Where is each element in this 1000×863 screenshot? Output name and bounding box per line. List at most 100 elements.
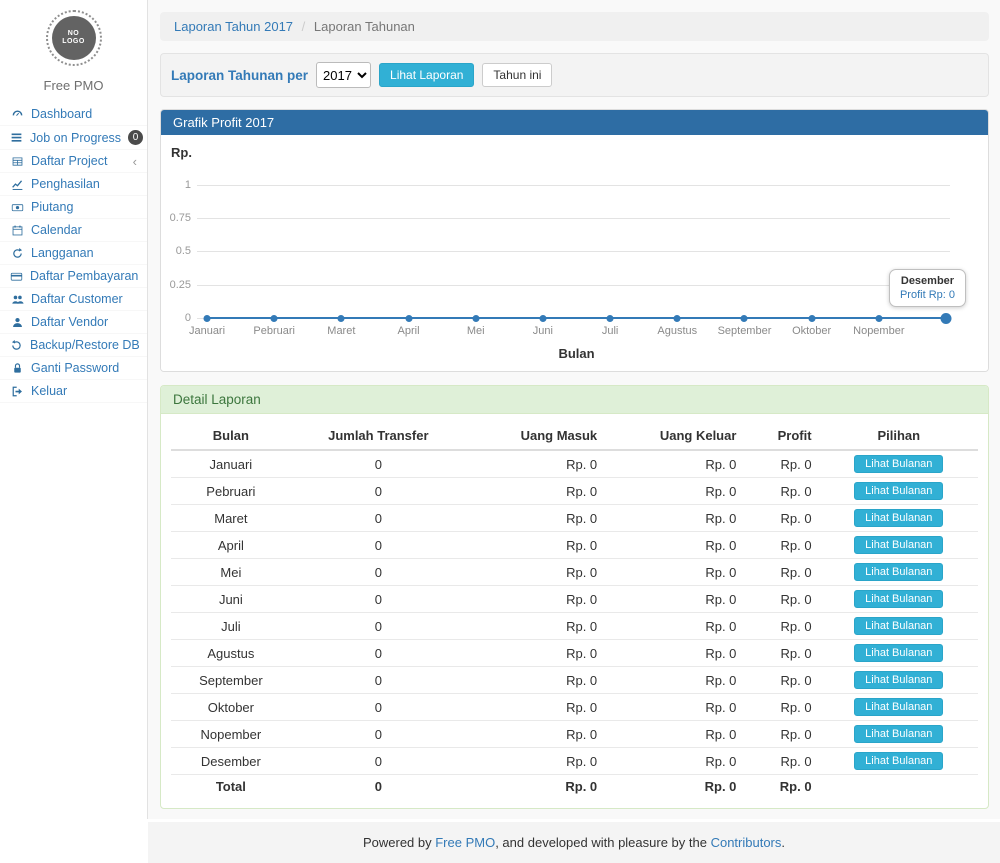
cell-jumlah-transfer: 0 — [291, 667, 466, 694]
cell-uang-masuk: Rp. 0 — [466, 450, 605, 478]
lihat-bulanan-button[interactable]: Lihat Bulanan — [854, 590, 943, 608]
footer-link-contributors[interactable]: Contributors — [711, 835, 782, 850]
chart-point[interactable] — [405, 315, 412, 322]
x-tick-label: Juli — [602, 325, 619, 337]
year-select[interactable]: 2017 — [316, 62, 371, 88]
chart-point[interactable] — [472, 315, 479, 322]
chart-panel-title: Grafik Profit 2017 — [161, 110, 988, 135]
tahun-ini-button[interactable]: Tahun ini — [482, 63, 552, 87]
cell-uang-keluar: Rp. 0 — [605, 721, 744, 748]
profit-line-chart: Rp. 1 0.75 0.5 0.25 0 — [161, 135, 988, 371]
cell-profit: Rp. 0 — [744, 613, 819, 640]
report-filter-bar: Laporan Tahunan per 2017 Lihat Laporan T… — [160, 53, 989, 97]
chart-point[interactable] — [875, 315, 882, 322]
cell-bulan: Maret — [171, 505, 291, 532]
lihat-bulanan-button[interactable]: Lihat Bulanan — [854, 563, 943, 581]
chart-point-active[interactable] — [941, 313, 952, 324]
cell-profit: Rp. 0 — [744, 505, 819, 532]
refresh-icon — [10, 339, 23, 352]
cell-jumlah-transfer: 0 — [291, 478, 466, 505]
chart-point[interactable] — [338, 315, 345, 322]
x-tick-label: Oktober — [792, 325, 831, 337]
repeat-icon — [10, 247, 24, 260]
y-axis-title: Rp. — [171, 145, 192, 160]
table-header-row: Bulan Jumlah Transfer Uang Masuk Uang Ke… — [171, 422, 978, 450]
chart-point[interactable] — [741, 315, 748, 322]
sidebar-item-daftar-project[interactable]: Daftar Project ‹ — [0, 150, 147, 173]
x-tick-label: Pebruari — [253, 325, 295, 337]
chart-point[interactable] — [539, 315, 546, 322]
lihat-bulanan-button[interactable]: Lihat Bulanan — [854, 725, 943, 743]
lihat-bulanan-button[interactable]: Lihat Bulanan — [854, 671, 943, 689]
tooltip-value: Profit Rp: 0 — [900, 289, 955, 301]
sidebar-item-job-on-progress[interactable]: Job on Progress 0 — [0, 126, 147, 150]
tooltip-title: Desember — [900, 275, 955, 287]
sidebar-item-label: Daftar Pembayaran — [30, 269, 138, 283]
sidebar: NO LOGO Free PMO Dashboard Job on Progre… — [0, 0, 148, 819]
cell-profit: Rp. 0 — [744, 748, 819, 775]
lihat-bulanan-button[interactable]: Lihat Bulanan — [854, 536, 943, 554]
sidebar-item-langganan[interactable]: Langganan — [0, 242, 147, 265]
footer-link-free-pmo[interactable]: Free PMO — [435, 835, 495, 850]
cell-bulan: Juni — [171, 586, 291, 613]
cell-profit: Rp. 0 — [744, 667, 819, 694]
user-icon — [10, 316, 24, 329]
column-header-bulan: Bulan — [171, 422, 291, 450]
footer-text: , and developed with pleasure by the — [495, 835, 710, 850]
lihat-bulanan-button[interactable]: Lihat Bulanan — [854, 698, 943, 716]
cell-uang-masuk: Rp. 0 — [466, 640, 605, 667]
chart-point[interactable] — [674, 315, 681, 322]
money-icon — [10, 201, 24, 214]
breadcrumb-link[interactable]: Laporan Tahun 2017 — [174, 19, 293, 34]
y-tick-label: 0 — [161, 312, 191, 324]
cell-uang-masuk: Rp. 0 — [466, 721, 605, 748]
cell-jumlah-transfer: 0 — [291, 532, 466, 559]
sidebar-item-dashboard[interactable]: Dashboard — [0, 103, 147, 126]
detail-panel-title: Detail Laporan — [161, 386, 988, 414]
cell-total-profit: Rp. 0 — [744, 775, 819, 799]
cell-uang-keluar: Rp. 0 — [605, 559, 744, 586]
cell-uang-keluar: Rp. 0 — [605, 532, 744, 559]
cell-bulan: Januari — [171, 450, 291, 478]
table-row: September 0 Rp. 0 Rp. 0 Rp. 0 Lihat Bula… — [171, 667, 978, 694]
sidebar-item-keluar[interactable]: Keluar — [0, 380, 147, 403]
line-chart-icon — [10, 178, 24, 191]
chart-point[interactable] — [271, 315, 278, 322]
cell-bulan: Pebruari — [171, 478, 291, 505]
x-tick-label: Juni — [533, 325, 553, 337]
chart-point[interactable] — [204, 315, 211, 322]
sidebar-item-daftar-pembayaran[interactable]: Daftar Pembayaran — [0, 265, 147, 288]
table-icon — [10, 155, 24, 168]
lihat-bulanan-button[interactable]: Lihat Bulanan — [854, 752, 943, 770]
lihat-bulanan-button[interactable]: Lihat Bulanan — [854, 644, 943, 662]
breadcrumb: Laporan Tahun 2017 / Laporan Tahunan — [160, 12, 989, 41]
cell-uang-masuk: Rp. 0 — [466, 694, 605, 721]
lihat-bulanan-button[interactable]: Lihat Bulanan — [854, 509, 943, 527]
sidebar-item-label: Piutang — [31, 200, 137, 214]
sidebar-item-calendar[interactable]: Calendar — [0, 219, 147, 242]
table-row: Nopember 0 Rp. 0 Rp. 0 Rp. 0 Lihat Bulan… — [171, 721, 978, 748]
sidebar-item-ganti-password[interactable]: Ganti Password — [0, 357, 147, 380]
cell-profit: Rp. 0 — [744, 559, 819, 586]
lihat-laporan-button[interactable]: Lihat Laporan — [379, 63, 474, 87]
filter-label: Laporan Tahunan per — [171, 68, 308, 83]
sidebar-item-label: Penghasilan — [31, 177, 137, 191]
main-content: Laporan Tahun 2017 / Laporan Tahunan Lap… — [148, 0, 1000, 819]
sidebar-item-backup-restore-db[interactable]: Backup/Restore DB — [0, 334, 147, 357]
sidebar-item-daftar-vendor[interactable]: Daftar Vendor — [0, 311, 147, 334]
cell-bulan: Oktober — [171, 694, 291, 721]
chart-point[interactable] — [808, 315, 815, 322]
cell-total-uang-masuk: Rp. 0 — [466, 775, 605, 799]
lihat-bulanan-button[interactable]: Lihat Bulanan — [854, 617, 943, 635]
lihat-bulanan-button[interactable]: Lihat Bulanan — [854, 482, 943, 500]
footer: Powered by Free PMO, and developed with … — [148, 822, 1000, 863]
sidebar-item-daftar-customer[interactable]: Daftar Customer — [0, 288, 147, 311]
sidebar-item-penghasilan[interactable]: Penghasilan — [0, 173, 147, 196]
lihat-bulanan-button[interactable]: Lihat Bulanan — [854, 455, 943, 473]
column-header-profit: Profit — [744, 422, 819, 450]
cell-profit: Rp. 0 — [744, 586, 819, 613]
x-axis: Januari Pebruari Maret April Mei Juni Ju… — [207, 325, 946, 339]
sidebar-item-piutang[interactable]: Piutang — [0, 196, 147, 219]
chart-point[interactable] — [607, 315, 614, 322]
cell-bulan: Desember — [171, 748, 291, 775]
